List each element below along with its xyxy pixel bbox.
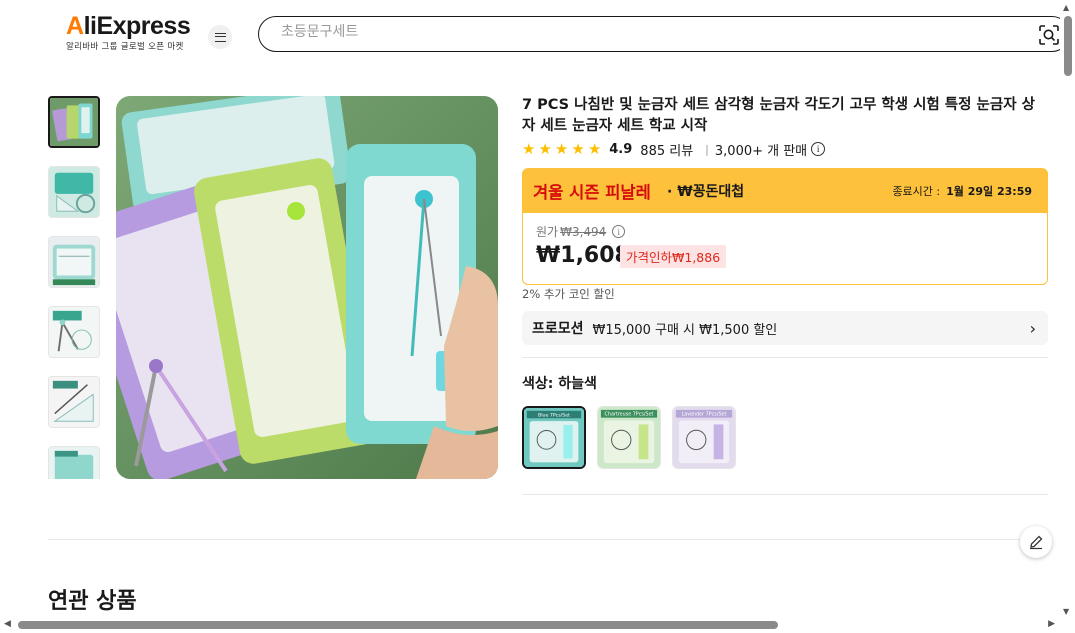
promotion-row[interactable]: 프로모션 ₩15,000 구매 시 ₩1,500 할인 › [522, 311, 1048, 345]
edit-button[interactable] [1020, 526, 1052, 558]
main-product-image[interactable] [116, 96, 498, 479]
promotion-text: ₩15,000 구매 시 ₩1,500 할인 [592, 322, 778, 338]
color-label-text: 색상: [522, 376, 554, 392]
sale-end-label: 종료시간 : [892, 185, 941, 198]
sale-end-time: 종료시간 : 1월 29일 23:59 [892, 183, 1032, 199]
swatch-blue[interactable]: Blue 7Pcs/Set [522, 406, 586, 469]
sale-banner: 겨울 시즌 피날레 · ₩꽁돈대첩 종료시간 : 1월 29일 23:59 [522, 168, 1048, 213]
swatch-caption: Lavender 7Pcs/Set [682, 412, 727, 418]
swatch-caption: Blue 7Pcs/Set [538, 412, 570, 418]
promotion-label: 프로모션 [532, 321, 584, 337]
color-selected-value: 하늘색 [558, 376, 597, 392]
star-icon: ★ [571, 139, 585, 158]
thumbnail-1[interactable] [48, 96, 100, 148]
logo-accent-letter: A [66, 12, 84, 40]
menu-icon [214, 32, 226, 42]
camera-search-icon[interactable] [1039, 25, 1059, 45]
color-label: 색상: 하늘색 [522, 373, 597, 393]
coin-discount: 2% 추가 코인 할인 [522, 287, 615, 301]
thumbnail-3[interactable] [48, 236, 100, 288]
info-icon[interactable]: i [811, 142, 826, 156]
separator: | [705, 142, 709, 156]
star-rating: ★ ★ ★ ★ ★ [522, 139, 602, 158]
current-price: ₩1,608 [536, 243, 630, 268]
divider [522, 494, 1048, 495]
scroll-up-icon[interactable]: ▲ [1063, 3, 1069, 12]
search-input[interactable] [281, 24, 981, 40]
horizontal-scrollbar[interactable]: ◀ ▶ [0, 618, 1075, 633]
discount-badge: 가격인하₩1,886 [620, 245, 727, 268]
related-products-heading: 연관 상품 [48, 589, 137, 614]
vertical-scroll-thumb[interactable] [1064, 16, 1072, 76]
scroll-left-icon[interactable]: ◀ [4, 619, 11, 629]
sold-count: 3,000+ 개 판매 [714, 143, 808, 159]
aliexpress-logo[interactable]: AliExpress 알리바바 그룹 글로벌 오픈 마켓 [66, 12, 191, 52]
pencil-icon [1030, 535, 1043, 550]
logo-tagline: 알리바바 그룹 글로벌 오픈 마켓 [66, 42, 184, 52]
divider [48, 539, 1048, 540]
price-box: 원가 ₩3,494 i ₩1,608 가격인하₩1,886 [522, 213, 1048, 285]
thumbnail-2[interactable] [48, 166, 100, 218]
swatch-lavender[interactable]: Lavender 7Pcs/Set [672, 406, 736, 469]
original-price-label: 원가 [536, 225, 559, 239]
vertical-scrollbar[interactable]: ▲ ▼ [1060, 0, 1075, 618]
original-price: ₩3,494 [560, 224, 607, 239]
star-icon: ★ [538, 139, 552, 158]
logo-rest-text: liExpress [83, 12, 191, 40]
product-title: 7 PCS 나침반 및 눈금자 세트 삼각형 눈금자 각도기 고무 학생 시험 … [522, 97, 1035, 134]
thumbnail-6[interactable] [48, 446, 100, 479]
chevron-right-icon: › [1029, 319, 1036, 338]
sale-subtitle: · ₩꽁돈대첩 [667, 184, 745, 200]
menu-button[interactable] [208, 25, 232, 49]
original-price-row: 원가 ₩3,494 i [536, 223, 626, 240]
rating-value: 4.9 [609, 141, 633, 157]
swatch-caption: Chartreuse 7Pcs/Set [605, 412, 654, 418]
rating-row: ★ ★ ★ ★ ★ 4.9 885 리뷰 | 3,000+ 개 판매 i [522, 139, 826, 159]
scroll-down-icon[interactable]: ▼ [1063, 607, 1069, 616]
sale-end-value: 1월 29일 23:59 [946, 185, 1032, 198]
star-icon: ★ [587, 139, 602, 158]
logo-wordmark: AliExpress [66, 12, 191, 40]
star-icon: ★ [554, 139, 569, 158]
color-swatches: Blue 7Pcs/Set Chartreuse 7Pcs/Set Lavend… [522, 406, 736, 469]
thumbnail-list [48, 96, 102, 479]
thumbnail-4[interactable] [48, 306, 100, 358]
scroll-right-icon[interactable]: ▶ [1048, 619, 1055, 629]
divider [522, 357, 1048, 358]
price-info-icon[interactable]: i [612, 225, 626, 238]
star-icon: ★ [522, 139, 536, 158]
horizontal-scroll-thumb[interactable] [18, 621, 778, 629]
sale-title: 겨울 시즌 피날레 [533, 183, 651, 202]
thumbnail-5[interactable] [48, 376, 100, 428]
search-bar[interactable] [258, 16, 1070, 52]
swatch-chartreuse[interactable]: Chartreuse 7Pcs/Set [597, 406, 661, 469]
reviews-link[interactable]: 885 리뷰 [640, 140, 693, 159]
